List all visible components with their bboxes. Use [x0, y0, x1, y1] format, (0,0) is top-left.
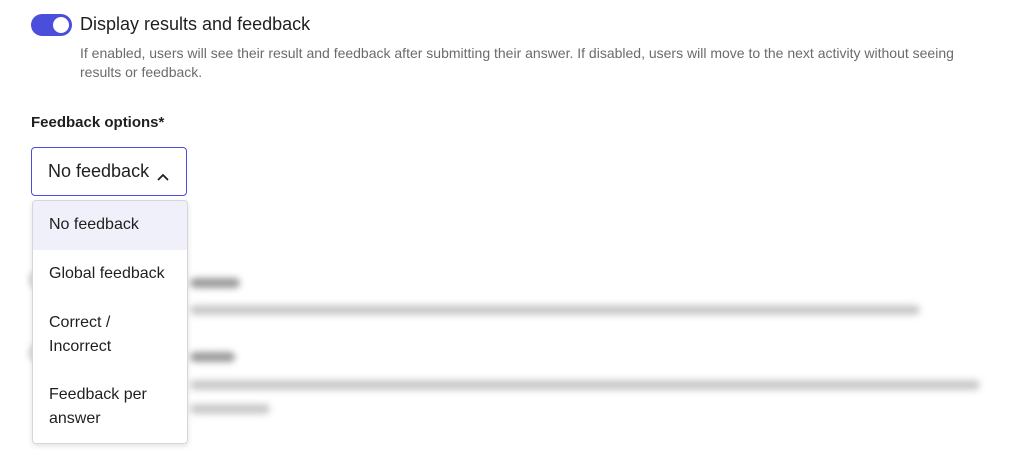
toggle-title: Display results and feedback [80, 14, 311, 34]
menu-option-label: No feedback [49, 216, 139, 233]
obscured-text [190, 380, 980, 390]
feedback-options-select[interactable]: No feedback [31, 147, 187, 196]
chevron-up-icon [157, 168, 169, 180]
feedback-options-label: Feedback options* [31, 114, 165, 131]
display-settings-panel: Display results and feedback If enabled,… [0, 0, 1024, 467]
toggle-knob [53, 17, 69, 33]
select-value: No feedback [48, 161, 150, 181]
obscured-text [190, 278, 240, 288]
obscured-text [190, 404, 270, 414]
obscured-text [190, 305, 920, 315]
menu-option-no-feedback[interactable]: No feedback [33, 201, 187, 250]
display-results-toggle[interactable] [31, 14, 72, 36]
menu-option-global-feedback[interactable]: Global feedback [33, 250, 187, 299]
obscured-text [190, 352, 235, 362]
menu-option-correct-incorrect[interactable]: Correct / Incorrect [33, 299, 133, 371]
toggle-description: If enabled, users will see their result … [80, 45, 954, 80]
feedback-options-menu: No feedback Global feedback Correct / In… [32, 200, 188, 444]
menu-option-feedback-per-answer[interactable]: Feedback per answer [33, 371, 163, 443]
menu-option-label: Feedback per answer [49, 386, 147, 427]
menu-option-label: Correct / Incorrect [49, 314, 112, 355]
menu-option-label: Global feedback [49, 265, 165, 282]
